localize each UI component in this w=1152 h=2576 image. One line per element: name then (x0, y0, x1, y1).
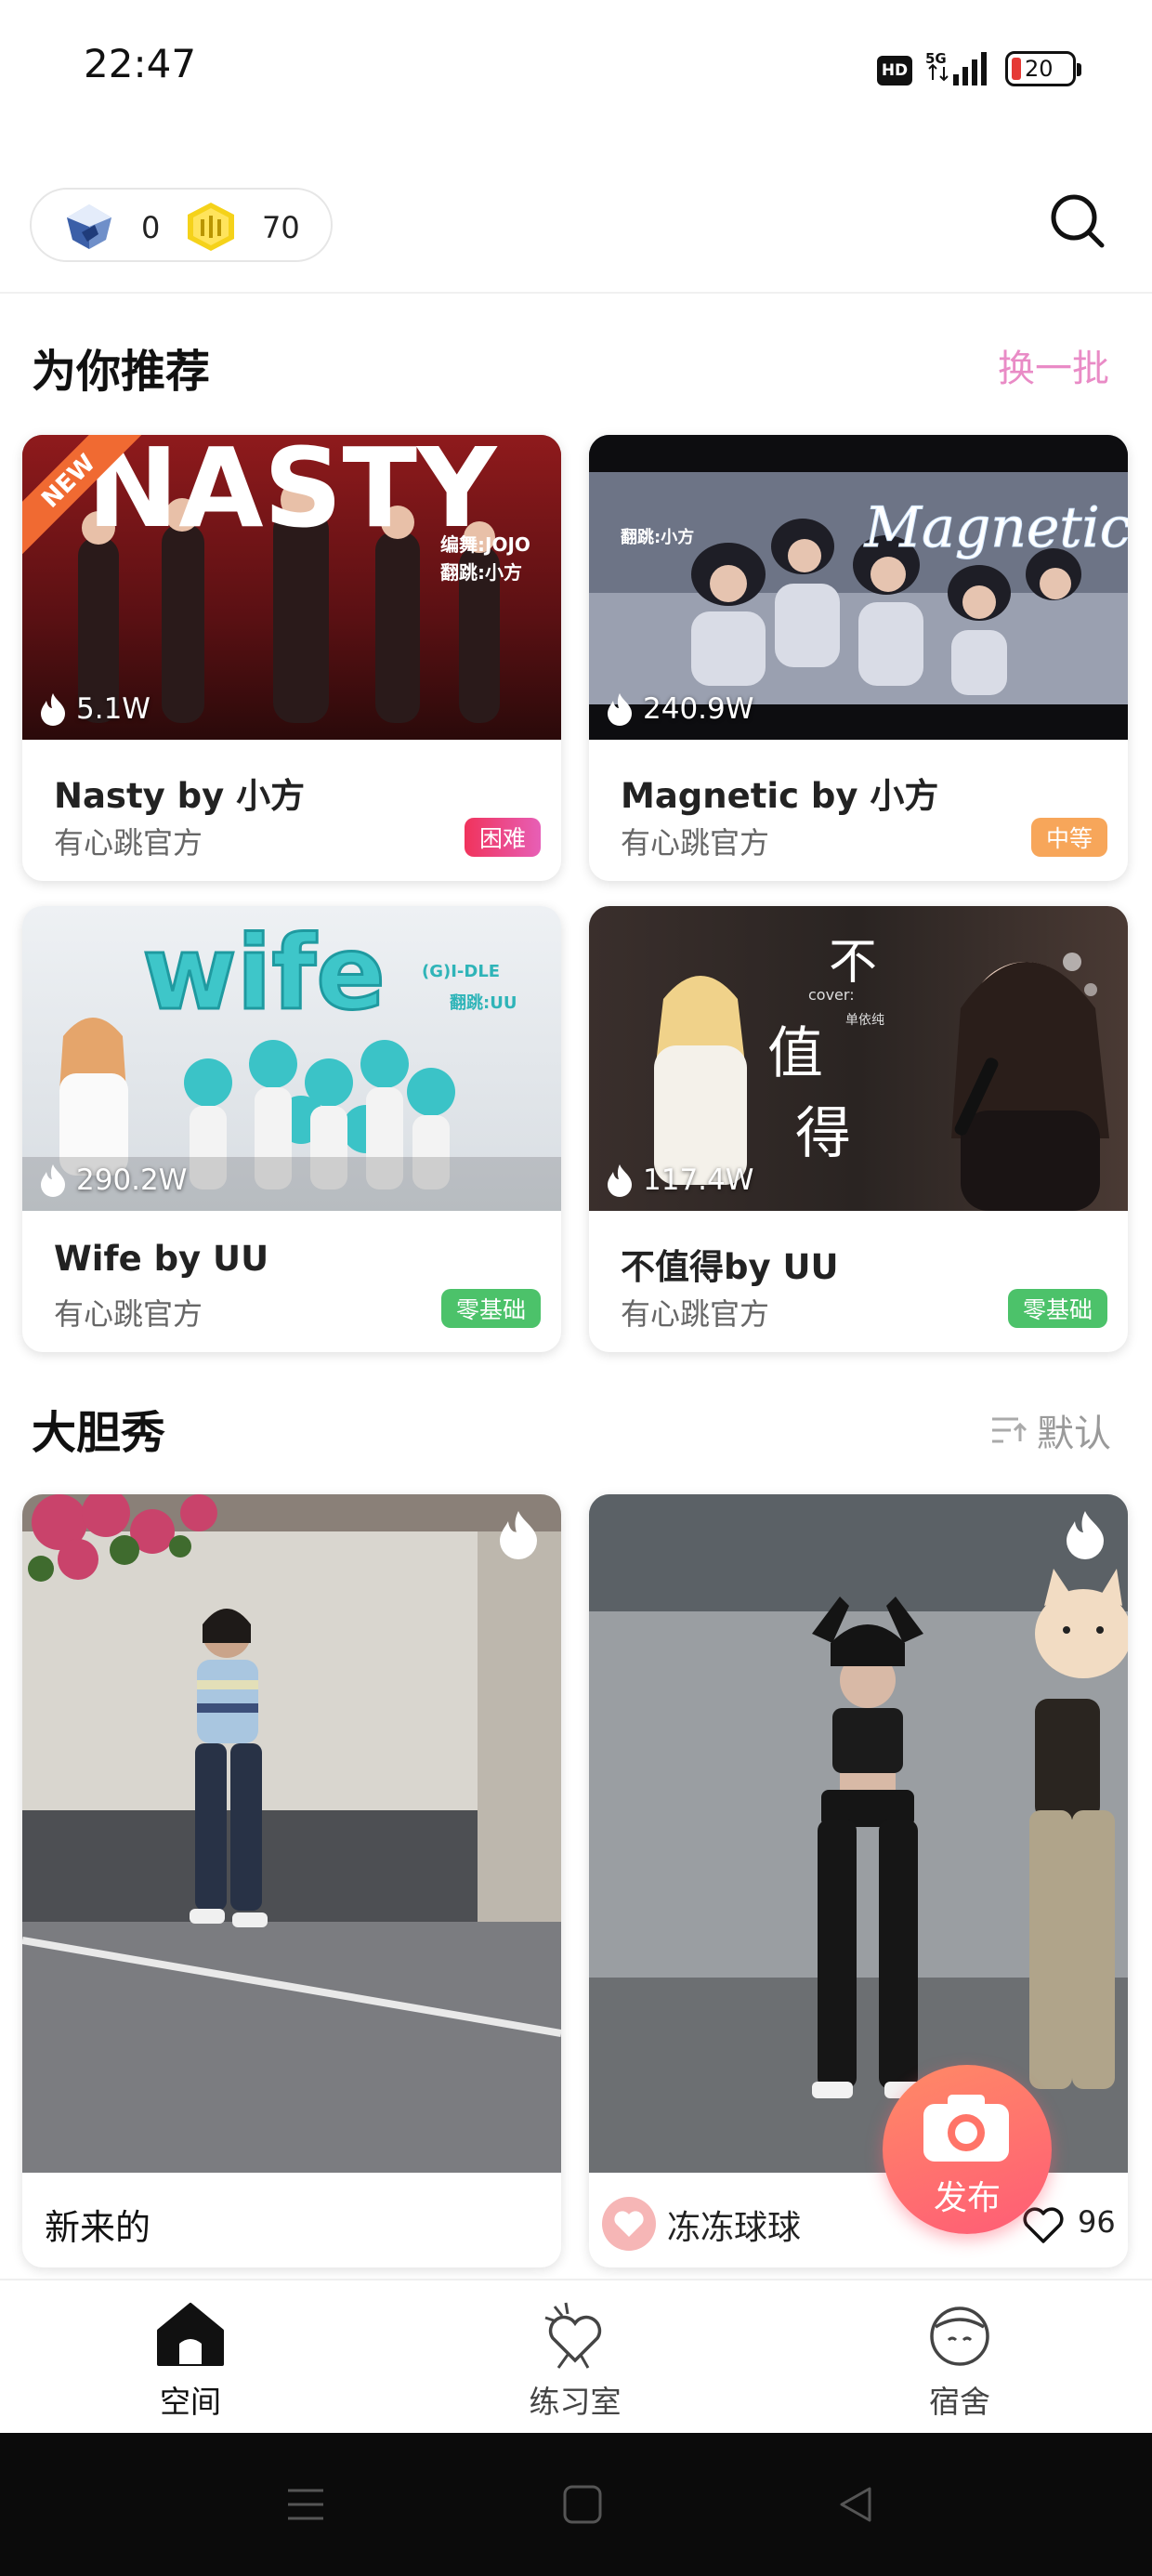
flame-icon (41, 1164, 65, 1197)
view-count: 290.2W (37, 1163, 187, 1198)
svg-text:NASTY: NASTY (86, 435, 498, 546)
thumb-credit: 翻跳:小方 (440, 561, 522, 584)
svg-text:Magnetic: Magnetic (864, 495, 1128, 560)
thumb-title-char: 值 (767, 1021, 823, 1086)
view-count: 5.1W (37, 691, 151, 727)
tab-space[interactable]: 空间 (70, 2280, 311, 2435)
thumb-credit: 翻跳:UU (450, 993, 517, 1013)
coin-count: 70 (262, 210, 300, 245)
view-count-text: 5.1W (76, 692, 151, 726)
signal-5g-icon: 5G (925, 50, 987, 85)
tab-label: 空间 (160, 2384, 221, 2420)
tab-dorm[interactable]: 宿舍 (839, 2280, 1080, 2435)
diamond-icon (67, 204, 111, 249)
course-thumbnail: 不 值 得 cover: 单依纯 117.4W (589, 906, 1128, 1211)
hot-flame-icon (500, 1511, 537, 1559)
course-thumbnail: Magnetic 翻跳:小方 240.9W (589, 435, 1128, 740)
course-author: 有心跳官方 (54, 825, 203, 861)
user-avatar[interactable] (602, 2197, 656, 2251)
sort-icon (992, 1417, 1028, 1443)
tab-practice-room[interactable]: 练习室 (454, 2280, 696, 2435)
search-icon[interactable] (1048, 191, 1107, 251)
thumb-credit: 编舞:JOJO (440, 533, 530, 556)
view-count-text: 240.9W (643, 692, 754, 726)
course-author: 有心跳官方 (54, 1296, 203, 1332)
course-thumbnail: wife (G)I-DLE 翻跳:UU 290.2W (22, 906, 561, 1211)
course-card-buzhide[interactable]: 不 值 得 cover: 单依纯 117.4W 不值得by UU 有心跳官方 零… (589, 906, 1128, 1352)
svg-text:5G: 5G (925, 50, 947, 67)
hot-flame-icon (1067, 1511, 1104, 1559)
course-title: Magnetic by 小方 (621, 776, 939, 816)
show-card[interactable]: 新来的 (22, 1494, 561, 2267)
tab-label: 练习室 (529, 2384, 622, 2420)
status-bar: 22:47 HD 5G 20 (0, 0, 1152, 139)
face-icon (930, 2307, 989, 2366)
svg-text:wife: wife (142, 913, 386, 1032)
show-title: 大胆秀 (32, 1407, 166, 1459)
show-photo (589, 1494, 1128, 2173)
view-count: 240.9W (604, 691, 753, 727)
heart-dancer-icon (544, 2302, 602, 2369)
difficulty-badge: 困难 (464, 818, 541, 857)
diamond-count: 0 (141, 210, 161, 245)
view-count-text: 290.2W (76, 1163, 188, 1197)
course-title: Nasty by 小方 (54, 776, 306, 816)
status-time: 22:47 (84, 41, 197, 86)
thumb-title-char: 得 (795, 1101, 851, 1166)
show-photo (22, 1494, 561, 2173)
battery-level: 20 (1025, 56, 1054, 82)
publish-label: 发布 (933, 2179, 1001, 2217)
course-thumbnail: NASTY 编舞:JOJO 翻跳:小方 NEW 5.1W (22, 435, 561, 740)
course-author: 有心跳官方 (621, 825, 770, 861)
camera-icon (923, 2095, 1009, 2162)
flame-icon (608, 1164, 632, 1197)
course-card-nasty[interactable]: NASTY 编舞:JOJO 翻跳:小方 NEW 5.1W Nasty by 小方… (22, 435, 561, 881)
difficulty-badge: 零基础 (440, 1289, 541, 1328)
course-card-magnetic[interactable]: Magnetic 翻跳:小方 240.9W Magnetic by 小方 有心跳… (589, 435, 1128, 881)
course-title: 不值得by UU (621, 1247, 839, 1287)
difficulty-badge: 中等 (1030, 818, 1107, 857)
thumb-title-char: 不 (829, 935, 878, 991)
home-square-icon[interactable] (561, 2483, 604, 2526)
battery-icon: 20 (1005, 51, 1081, 86)
user-name[interactable]: 冻冻球球 (667, 2201, 801, 2249)
view-count: 117.4W (604, 1163, 753, 1198)
view-count-text: 117.4W (643, 1163, 754, 1197)
thumb-credit: (G)I-DLE (422, 962, 501, 981)
like-count: 96 (1078, 2204, 1116, 2240)
flame-icon (608, 693, 632, 726)
sort-button[interactable]: 默认 (990, 1403, 1111, 1457)
course-title: Wife by UU (54, 1239, 269, 1279)
thumb-singer: 单依纯 (845, 1013, 884, 1028)
course-card-wife[interactable]: wife (G)I-DLE 翻跳:UU 290.2W Wife by UU 有心… (22, 906, 561, 1352)
publish-button[interactable]: 发布 (883, 2065, 1052, 2234)
coin-icon (188, 203, 234, 251)
system-navigation-bar (0, 2433, 1152, 2576)
avatar-heart-icon (614, 2211, 644, 2237)
home-icon (157, 2303, 224, 2366)
header-divider (0, 292, 1152, 294)
recommend-title: 为你推荐 (32, 346, 211, 398)
show-caption: 新来的 (45, 2207, 151, 2248)
thumb-credit: 翻跳:小方 (621, 528, 695, 547)
sort-label: 默认 (1037, 1413, 1111, 1455)
flame-icon (41, 693, 65, 726)
difficulty-badge: 零基础 (1007, 1289, 1107, 1328)
thumb-cover-label: cover: (808, 986, 855, 1004)
wallet-balance[interactable]: 0 70 (30, 188, 333, 262)
back-icon[interactable] (834, 2483, 877, 2526)
bottom-tab-bar: 空间 练习室 宿舍 (0, 2279, 1152, 2433)
tab-label: 宿舍 (929, 2384, 990, 2420)
refresh-button[interactable]: 换一批 (998, 338, 1109, 392)
course-author: 有心跳官方 (621, 1296, 770, 1332)
menu-icon[interactable] (284, 2483, 327, 2526)
hd-icon: HD (877, 56, 912, 85)
